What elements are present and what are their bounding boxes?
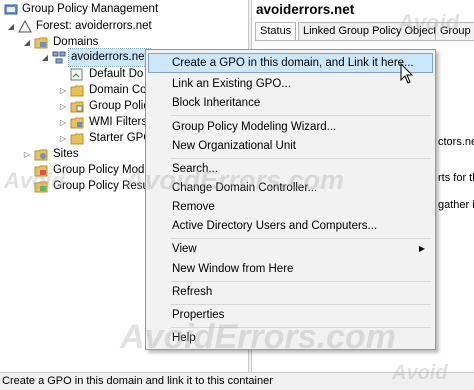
menu-item-block-inheritance[interactable]: Block Inheritance bbox=[148, 93, 433, 113]
menu-item-label: Search... bbox=[172, 163, 219, 175]
gpmc-window: Group Policy Management ◢ Forest: avoide… bbox=[0, 0, 474, 390]
tree-label-modeling: Group Policy Mod bbox=[53, 164, 145, 176]
menu-item-change-domain-controller[interactable]: Change Domain Controller... bbox=[148, 178, 433, 198]
wmi-folder-icon bbox=[70, 116, 84, 129]
menu-item-label: Create a GPO in this domain, and Link it… bbox=[172, 57, 414, 69]
collapse-arrow-icon[interactable]: ◢ bbox=[22, 34, 32, 51]
tree-label-results: Group Policy Resu bbox=[53, 180, 149, 192]
sites-icon bbox=[34, 148, 48, 161]
tree-label-domain: avoiderrors.net bbox=[68, 48, 151, 67]
tab-group-policy-inheritance[interactable]: Group Po bbox=[435, 22, 474, 40]
menu-item-create-gpo-and-link[interactable]: Create a GPO in this domain, and Link it… bbox=[148, 53, 433, 73]
expand-arrow-icon[interactable]: ▷ bbox=[58, 114, 68, 131]
menu-item-properties[interactable]: Properties bbox=[148, 305, 433, 325]
expand-arrow-icon[interactable]: ▷ bbox=[58, 130, 68, 147]
expand-arrow-icon[interactable]: ▷ bbox=[22, 146, 32, 163]
menu-item-label: Group Policy Modeling Wizard... bbox=[172, 121, 337, 133]
gpo-folder-icon bbox=[70, 100, 84, 113]
collapse-arrow-icon[interactable]: ◢ bbox=[6, 18, 16, 35]
modeling-icon bbox=[34, 164, 48, 177]
gpo-link-icon bbox=[70, 68, 84, 81]
tree-label-sites: Sites bbox=[53, 148, 79, 160]
forest-icon bbox=[18, 19, 32, 33]
expand-arrow-icon[interactable]: ▷ bbox=[58, 98, 68, 115]
menu-item-refresh[interactable]: Refresh bbox=[148, 282, 433, 302]
menu-item-label: View bbox=[172, 243, 197, 255]
menu-item-search[interactable]: Search... bbox=[148, 159, 433, 179]
menu-item-label: Refresh bbox=[172, 286, 213, 298]
status-text-fragment: gather inf bbox=[438, 199, 474, 211]
tree-label-child: Domain Co bbox=[89, 84, 147, 96]
tree-label-child: Group Polic bbox=[89, 100, 150, 112]
gpm-root-icon bbox=[4, 3, 18, 16]
tree-label-child: Starter GPO bbox=[89, 132, 153, 144]
menu-item-new-window[interactable]: New Window from Here bbox=[148, 259, 433, 279]
tree-label-child: WMI Filters bbox=[89, 116, 148, 128]
menu-separator bbox=[171, 115, 431, 116]
collapse-arrow-icon[interactable]: ◢ bbox=[40, 49, 50, 66]
menu-item-view[interactable]: View ▶ bbox=[148, 239, 433, 259]
status-text-fragment: ctors.net bbox=[438, 136, 474, 148]
status-text-fragment: rts for thi bbox=[438, 172, 474, 184]
menu-item-remove[interactable]: Remove bbox=[148, 197, 433, 217]
menu-item-gp-modeling-wizard[interactable]: Group Policy Modeling Wizard... bbox=[148, 117, 433, 137]
menu-item-link-existing-gpo[interactable]: Link an Existing GPO... bbox=[148, 74, 433, 94]
starter-gpo-folder-icon bbox=[70, 132, 84, 145]
menu-item-ad-users-computers[interactable]: Active Directory Users and Computers... bbox=[148, 216, 433, 236]
tree-label-root: Group Policy Management bbox=[22, 3, 159, 15]
menu-item-label: Remove bbox=[172, 201, 215, 213]
tree-label-child: Default Do bbox=[89, 68, 144, 80]
menu-item-label: Active Directory Users and Computers... bbox=[172, 220, 378, 232]
menu-item-new-ou[interactable]: New Organizational Unit bbox=[148, 136, 433, 156]
domain-icon bbox=[52, 51, 66, 64]
status-bar: Create a GPO in this domain and link it … bbox=[0, 372, 474, 390]
expand-arrow-icon[interactable]: ▷ bbox=[58, 82, 68, 99]
tab-linked-gpos[interactable]: Linked Group Policy Objects bbox=[298, 22, 447, 40]
context-menu: Create a GPO in this domain, and Link it… bbox=[145, 49, 436, 350]
details-title: avoiderrors.net bbox=[256, 2, 355, 17]
menu-item-label: New Organizational Unit bbox=[172, 140, 297, 152]
menu-item-label: New Window from Here bbox=[172, 263, 294, 275]
tree-label-forest: Forest: avoiderrors.net bbox=[36, 20, 152, 32]
results-icon bbox=[34, 180, 48, 193]
menu-item-label: Block Inheritance bbox=[172, 97, 261, 109]
menu-item-label: Help bbox=[172, 332, 196, 344]
tab-status[interactable]: Status bbox=[255, 22, 297, 41]
menu-item-help[interactable]: Help bbox=[148, 328, 433, 348]
menu-item-label: Change Domain Controller... bbox=[172, 182, 318, 194]
submenu-arrow-icon: ▶ bbox=[418, 244, 425, 253]
domains-folder-icon bbox=[34, 36, 48, 49]
mouse-pointer-icon bbox=[400, 62, 414, 85]
menu-item-label: Link an Existing GPO... bbox=[172, 78, 291, 90]
ou-folder-icon bbox=[70, 84, 84, 97]
menu-item-label: Properties bbox=[172, 309, 225, 321]
